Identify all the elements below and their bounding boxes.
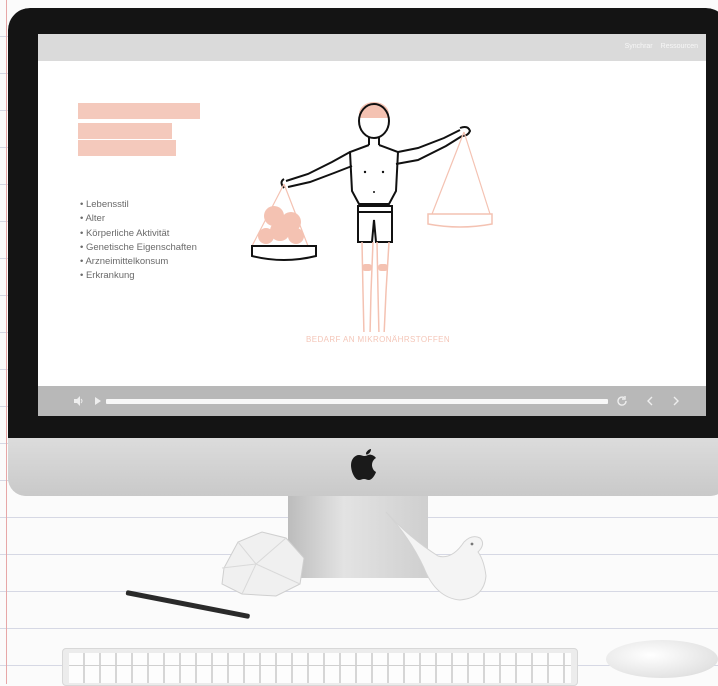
play-icon[interactable] bbox=[94, 395, 102, 407]
player-controls bbox=[38, 386, 706, 416]
paper-margin-line bbox=[6, 0, 7, 684]
imac-monitor: Synchrar Ressourcen Lebensstil Alter Kör… bbox=[8, 8, 718, 496]
next-icon[interactable] bbox=[672, 395, 680, 407]
caption: BEDARF AN MIKRONÄHRSTOFFEN bbox=[305, 335, 451, 344]
bird-figurine bbox=[385, 511, 487, 601]
magic-mouse bbox=[606, 640, 718, 678]
title-bar-2 bbox=[78, 123, 172, 139]
volume-icon[interactable] bbox=[74, 395, 84, 407]
nav-ressourcen[interactable]: Ressourcen bbox=[661, 43, 698, 50]
nav-synchrar[interactable]: Synchrar bbox=[625, 43, 653, 50]
top-bar: Synchrar Ressourcen bbox=[38, 34, 706, 61]
title-bar-1 bbox=[78, 103, 200, 119]
factor-list: Lebensstil Alter Körperliche Aktivität G… bbox=[80, 198, 197, 284]
list-item: Erkrankung bbox=[80, 269, 197, 283]
human-scale-illustration bbox=[251, 102, 493, 332]
previous-icon[interactable] bbox=[646, 395, 654, 407]
crumpled-paper bbox=[221, 531, 305, 597]
list-item: Genetische Eigenschaften bbox=[80, 241, 197, 255]
keyboard-row-divider bbox=[69, 665, 571, 666]
progress-bar[interactable] bbox=[106, 399, 608, 404]
list-item: Lebensstil bbox=[80, 198, 197, 212]
apple-logo-icon bbox=[351, 449, 376, 480]
presentation-screen: Synchrar Ressourcen Lebensstil Alter Kör… bbox=[38, 34, 706, 416]
keyboard bbox=[62, 648, 578, 686]
replay-icon[interactable] bbox=[616, 395, 628, 407]
keyboard-keys bbox=[69, 653, 571, 683]
list-item: Alter bbox=[80, 212, 197, 226]
list-item: Arzneimittelkonsum bbox=[80, 255, 197, 269]
list-item: Körperliche Aktivität bbox=[80, 227, 197, 241]
title-bar-3 bbox=[78, 140, 176, 156]
